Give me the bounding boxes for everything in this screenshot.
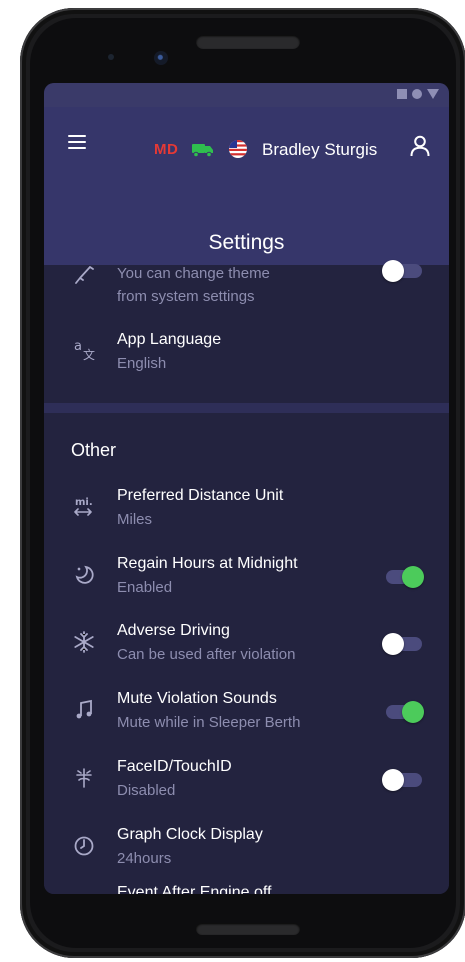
page-title: Settings: [208, 231, 285, 254]
language-title: App Language: [117, 331, 222, 348]
brush-icon: [70, 261, 98, 289]
bottom-speaker: [196, 923, 300, 935]
mute-violation-title: Mute Violation Sounds: [117, 690, 277, 707]
regain-hours-title: Regain Hours at Midnight: [117, 555, 298, 572]
app-screen: MD Bradley Sturgis Settings You can chan…: [44, 83, 449, 894]
truck-icon[interactable]: [192, 142, 214, 161]
faceid-toggle[interactable]: [382, 768, 424, 791]
distance-unit-row[interactable]: mi. Preferred Distance Unit Miles: [44, 487, 449, 543]
section-title-other: Other: [71, 440, 117, 460]
square-icon: [397, 89, 407, 99]
distance-unit-title: Preferred Distance Unit: [117, 487, 284, 504]
faceid-subtitle: Disabled: [117, 782, 176, 799]
graph-clock-title: Graph Clock Display: [117, 826, 263, 843]
mute-violation-row[interactable]: Mute Violation Sounds Mute while in Slee…: [44, 690, 449, 746]
md-badge: MD: [154, 141, 179, 158]
moon-clock-icon: [70, 561, 98, 589]
section-divider: [44, 403, 449, 413]
us-flag-icon[interactable]: [228, 139, 248, 163]
phone-frame: MD Bradley Sturgis Settings You can chan…: [20, 8, 465, 958]
adverse-driving-title: Adverse Driving: [117, 622, 230, 639]
top-bar: MD Bradley Sturgis: [44, 107, 449, 177]
regain-hours-subtitle: Enabled: [117, 579, 173, 596]
event-after-engine-title[interactable]: Event After Engine off: [117, 884, 271, 894]
graph-clock-row[interactable]: Graph Clock Display 24hours: [44, 826, 449, 882]
regain-hours-toggle[interactable]: [382, 565, 424, 588]
regain-hours-row[interactable]: Regain Hours at Midnight Enabled: [44, 555, 449, 611]
music-note-icon: [70, 696, 98, 724]
menu-icon[interactable]: [68, 135, 86, 149]
app-header: MD Bradley Sturgis Settings: [44, 107, 449, 265]
graph-clock-subtitle: 24hours: [117, 850, 172, 867]
theme-setting-row[interactable]: You can change theme from system setting…: [44, 260, 449, 325]
proximity-sensor: [108, 54, 114, 60]
adverse-driving-subtitle: Can be used after violation: [117, 646, 296, 663]
circle-icon: [412, 89, 422, 99]
status-bar: [44, 83, 449, 107]
theme-subtitle-line1: You can change theme: [117, 265, 270, 282]
svg-text:文: 文: [83, 347, 95, 361]
front-camera: [154, 51, 168, 65]
username[interactable]: Bradley Sturgis: [262, 140, 377, 160]
clock-icon: [70, 832, 98, 860]
svg-text:a: a: [74, 339, 82, 354]
fingerprint-icon: [70, 764, 98, 792]
earpiece-speaker: [196, 35, 300, 49]
svg-text:mi.: mi.: [75, 497, 93, 508]
adverse-driving-toggle[interactable]: [382, 632, 424, 655]
mute-violation-toggle[interactable]: [382, 700, 424, 723]
faceid-row[interactable]: FaceID/TouchID Disabled: [44, 758, 449, 814]
theme-subtitle-line2: from system settings: [117, 288, 255, 305]
snowflake-icon: [70, 628, 98, 656]
distance-unit-subtitle: Miles: [117, 511, 153, 528]
triangle-icon: [427, 89, 439, 99]
faceid-title: FaceID/TouchID: [117, 758, 232, 775]
mute-violation-subtitle: Mute while in Sleeper Berth: [117, 714, 301, 731]
language-setting-row[interactable]: a 文 App Language English: [44, 329, 449, 389]
settings-list[interactable]: You can change theme from system setting…: [44, 260, 449, 894]
theme-toggle[interactable]: [382, 259, 424, 282]
user-icon[interactable]: [410, 135, 430, 161]
distance-unit-icon: mi.: [70, 493, 98, 521]
adverse-driving-row[interactable]: Adverse Driving Can be used after violat…: [44, 622, 449, 678]
language-subtitle: English: [117, 355, 167, 372]
translate-icon: a 文: [70, 335, 98, 363]
